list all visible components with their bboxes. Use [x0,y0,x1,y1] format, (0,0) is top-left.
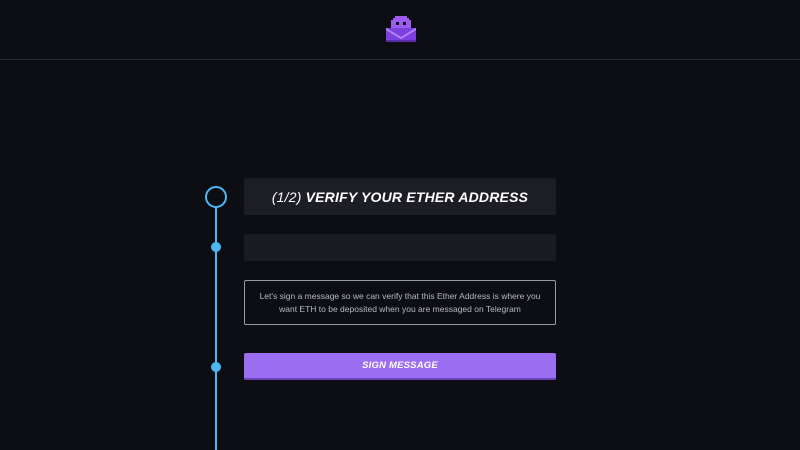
step-title-box: (1/2) VERIFY YOUR ETHER ADDRESS [244,178,556,215]
sign-message-button[interactable]: SIGN MESSAGE [244,353,556,380]
timeline-dot-address [211,242,221,252]
sign-info-text: Let's sign a message so we can verify th… [259,290,541,314]
sign-info-box: Let's sign a message so we can verify th… [244,280,556,325]
step-title: VERIFY YOUR ETHER ADDRESS [305,188,529,205]
ether-address-input[interactable] [244,234,556,261]
timeline-dot-sign [211,362,221,372]
pixel-ghost-mailbox-icon[interactable] [384,14,418,44]
app-root: (1/2) VERIFY YOUR ETHER ADDRESS Let's si… [0,0,800,450]
step-number: (1/2) [271,188,302,205]
timeline-current-step-marker [205,186,227,208]
header-bar [0,0,800,60]
